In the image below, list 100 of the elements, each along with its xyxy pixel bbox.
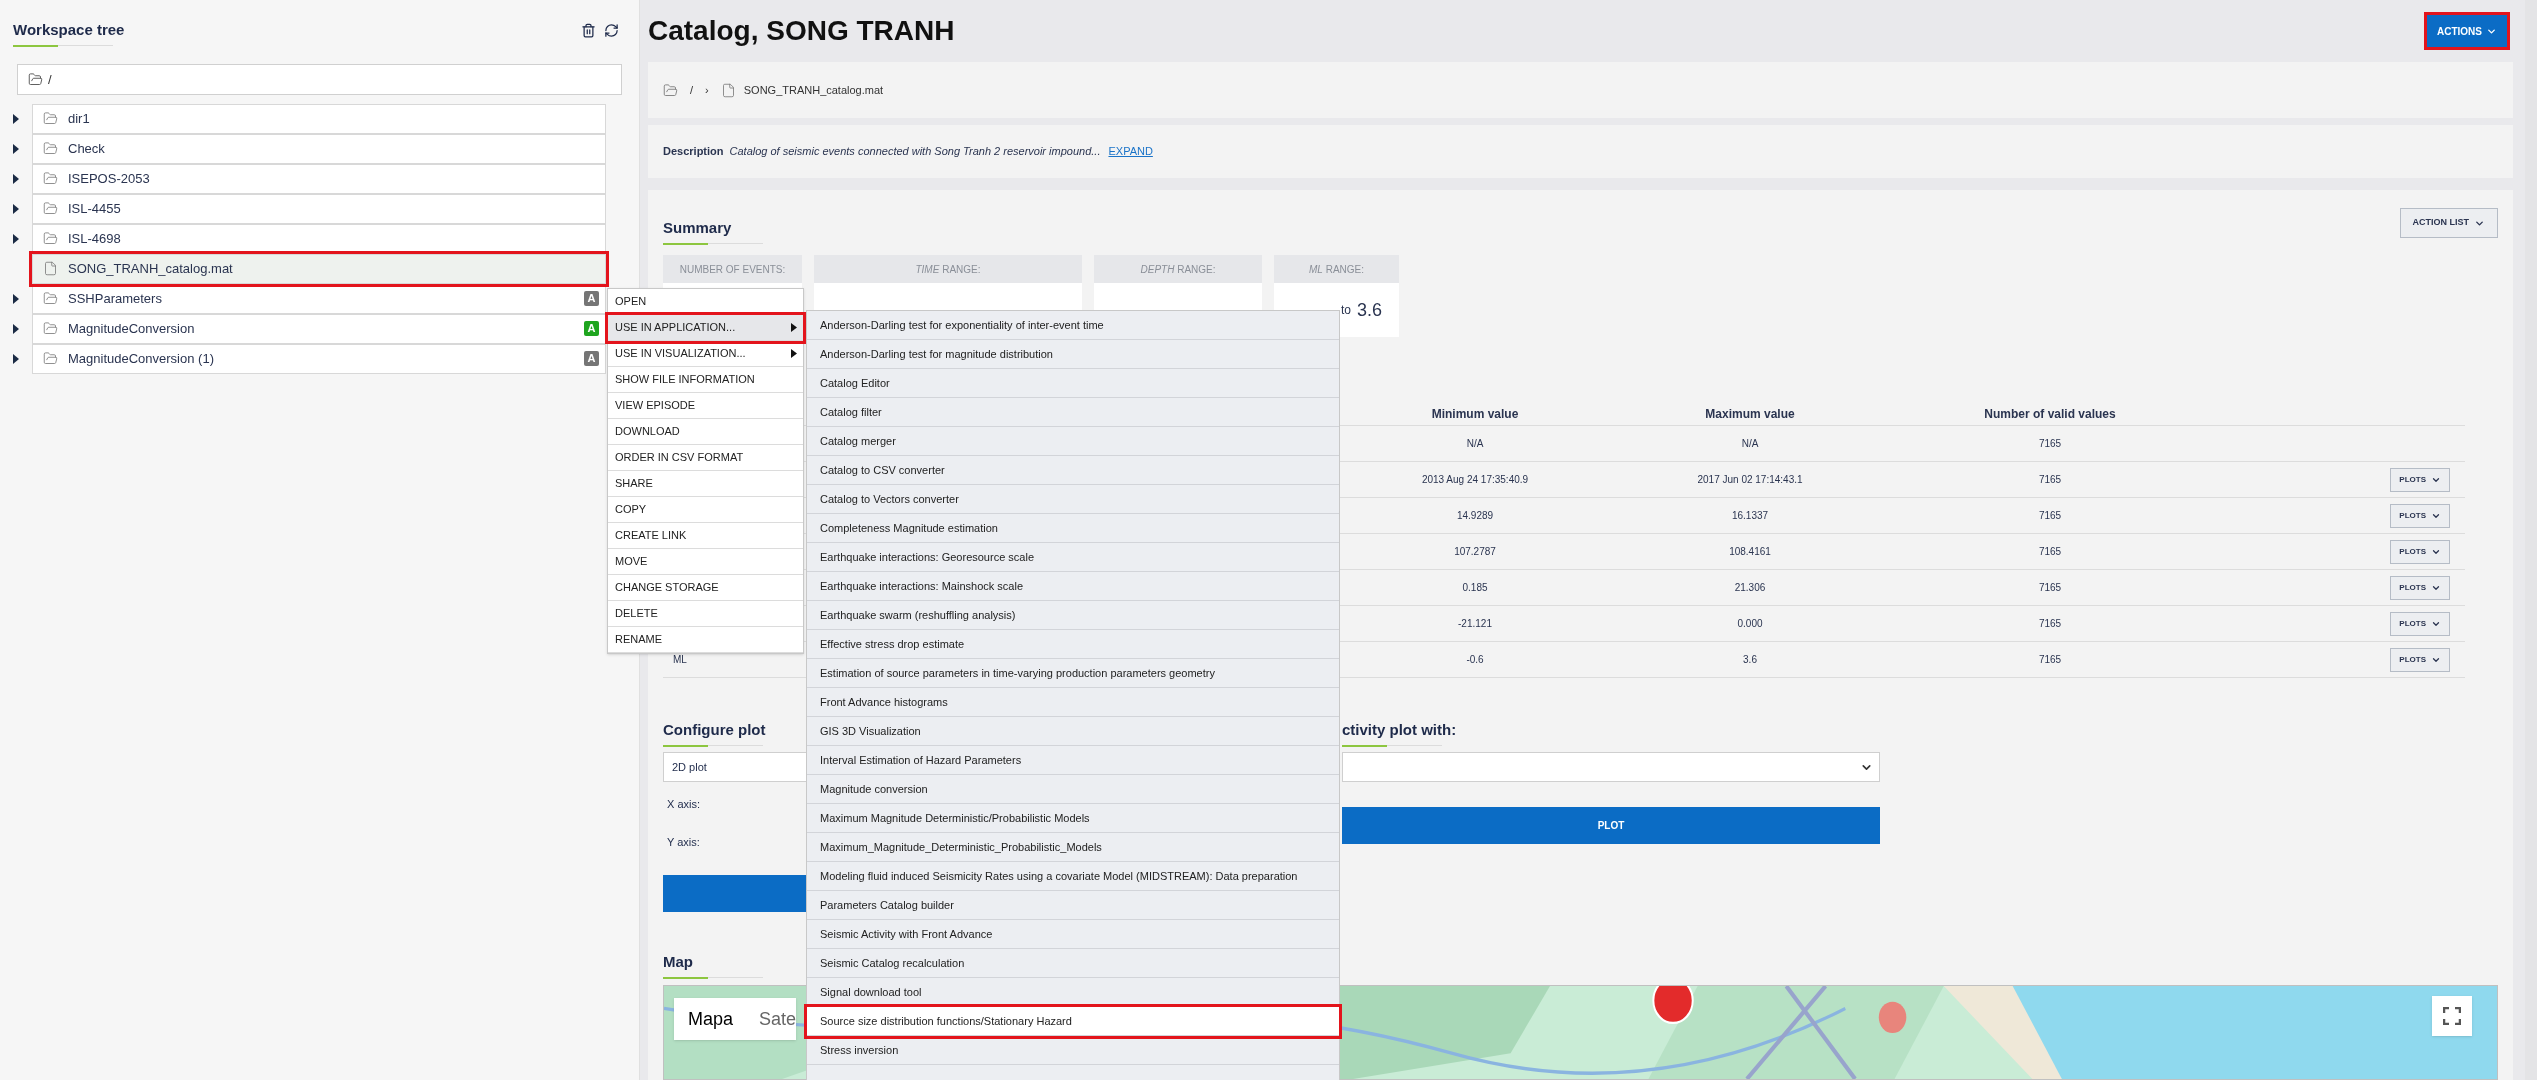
trash-icon[interactable] xyxy=(581,23,596,38)
fullscreen-icon xyxy=(2443,1007,2461,1025)
table-cell-text: 7165 xyxy=(2038,581,2062,595)
caret-icon[interactable] xyxy=(12,204,20,214)
tree-item[interactable]: ISEPOS-2053 xyxy=(32,163,606,194)
menu-item[interactable]: Catalog Editor xyxy=(807,369,1339,398)
folder-icon xyxy=(43,171,58,186)
tree-item[interactable]: ISL-4455 xyxy=(32,193,606,224)
caret-icon[interactable] xyxy=(12,324,20,334)
menu-item[interactable]: Catalog merger xyxy=(807,427,1339,456)
menu-item[interactable]: Completeness Magnitude estimation xyxy=(807,514,1339,543)
folder-icon xyxy=(43,201,58,216)
table-cell-text: -21.121 xyxy=(1458,617,1492,631)
stat-label: TIME RANGE: xyxy=(915,262,981,277)
activity-plot-title: ctivity plot with: xyxy=(1342,720,1457,740)
menu-item[interactable]: Catalog filter xyxy=(807,398,1339,427)
table-cell-text: 0.185 xyxy=(1462,581,1488,595)
stat-connector: to xyxy=(1340,302,1351,319)
map-type-tab[interactable]: Sate xyxy=(747,1005,797,1033)
menu-item[interactable]: Catalog to Vectors converter xyxy=(807,485,1339,514)
menu-item[interactable]: DOWNLOAD xyxy=(608,419,803,445)
menu-item[interactable]: Earthquake swarm (reshuffling analysis) xyxy=(807,601,1339,630)
menu-item[interactable]: COPY xyxy=(608,497,803,523)
page-title: Catalog, SONG TRANH xyxy=(648,15,955,47)
caret-icon[interactable] xyxy=(12,294,20,304)
menu-item[interactable]: Interval Estimation of Hazard Parameters xyxy=(807,746,1339,775)
table-cell-text: 7165 xyxy=(2038,509,2062,523)
table-cell-text: -0.6 xyxy=(1466,653,1484,667)
menu-item[interactable]: SHOW FILE INFORMATION xyxy=(608,367,803,393)
table-cell-text: N/A xyxy=(1466,437,1484,451)
menu-item[interactable]: RENAME xyxy=(608,627,803,653)
plots-button[interactable]: PLOTS xyxy=(2390,575,2450,600)
plots-button[interactable]: PLOTS xyxy=(2390,467,2450,492)
breadcrumb-file[interactable]: SONG_TRANH_catalog.mat xyxy=(743,81,884,99)
caret-icon[interactable] xyxy=(12,144,20,154)
breadcrumb-root[interactable]: / xyxy=(690,81,694,99)
menu-item[interactable]: MOVE xyxy=(608,549,803,575)
menu-item[interactable]: Estimation of source parameters in time-varying production parameters geometry xyxy=(807,659,1339,688)
caret-icon[interactable] xyxy=(12,354,20,364)
x-axis-label: X axis: xyxy=(666,797,700,812)
tree-badge: A xyxy=(584,351,599,366)
map-type-tab[interactable]: Mapa xyxy=(674,1005,748,1033)
actions-button[interactable]: ACTIONS xyxy=(2427,15,2507,47)
plots-button[interactable]: PLOTS xyxy=(2390,611,2450,636)
plots-button[interactable]: PLOTS xyxy=(2390,539,2450,564)
configure-plot-title: Configure plot xyxy=(663,720,766,740)
action-list-button[interactable]: ACTION LIST xyxy=(2399,208,2498,238)
menu-item[interactable]: VIEW EPISODE xyxy=(608,393,803,419)
menu-item[interactable]: SHARE xyxy=(608,471,803,497)
path-field[interactable]: / xyxy=(17,64,622,95)
menu-item[interactable]: Catalog to CSV converter xyxy=(807,456,1339,485)
stat-label: NUMBER OF EVENTS: xyxy=(679,262,786,277)
menu-item[interactable]: Earthquake interactions: Mainshock scale xyxy=(807,572,1339,601)
fullscreen-button[interactable] xyxy=(2432,996,2472,1036)
menu-item[interactable]: Effective stress drop estimate xyxy=(807,630,1339,659)
tree-item[interactable]: MagnitudeConversion (1) A xyxy=(32,343,606,374)
caret-icon[interactable] xyxy=(12,114,20,124)
menu-item[interactable]: DELETE xyxy=(608,601,803,627)
menu-item[interactable]: Magnitude conversion xyxy=(807,775,1339,804)
menu-item[interactable]: Maximum_Magnitude_Deterministic_Probabilistic_Models xyxy=(807,833,1339,862)
folder-icon xyxy=(43,351,58,366)
table-cell-text: 107.2787 xyxy=(1454,545,1496,559)
menu-item[interactable]: GIS 3D Visualization xyxy=(807,717,1339,746)
breadcrumb-separator: › xyxy=(705,82,709,98)
tree-item[interactable]: dir1 xyxy=(32,103,606,134)
menu-item[interactable]: Maximum Magnitude Deterministic/Probabilistic Models xyxy=(807,804,1339,833)
menu-item[interactable]: Seismic Activity with Front Advance xyxy=(807,920,1339,949)
menu-item[interactable]: Earthquake interactions: Georesource scale xyxy=(807,543,1339,572)
menu-item[interactable]: Anderson-Darling test for exponentiality of inter-event time xyxy=(807,311,1339,340)
caret-icon[interactable] xyxy=(12,234,20,244)
menu-item[interactable]: Anderson-Darling test for magnitude distribution xyxy=(807,340,1339,369)
table-cell-text: 7165 xyxy=(2038,653,2062,667)
y-axis-label: Y axis: xyxy=(666,834,700,850)
menu-item[interactable]: Seismic Catalog recalculation xyxy=(807,949,1339,978)
tree-item[interactable]: MagnitudeConversion A xyxy=(32,313,606,344)
menu-item[interactable]: Stress inversion xyxy=(807,1036,1339,1065)
tree-item[interactable]: Check xyxy=(32,133,606,164)
menu-item[interactable]: Modeling fluid induced Seismicity Rates using a covariate Model (MIDSTREAM): Data preparation xyxy=(807,862,1339,891)
expand-link[interactable]: EXPAND xyxy=(1108,143,1153,160)
caret-icon[interactable] xyxy=(12,174,20,184)
menu-item[interactable]: USE IN VISUALIZATION... xyxy=(608,341,803,367)
plots-button[interactable]: PLOTS xyxy=(2390,647,2450,672)
path-text: / xyxy=(48,70,52,89)
plots-button[interactable]: PLOTS xyxy=(2390,503,2450,528)
stat-label: DEPTH RANGE: xyxy=(1140,262,1216,277)
plot-button[interactable]: PLOT xyxy=(1342,807,1880,844)
menu-item[interactable]: USE IN APPLICATION... xyxy=(608,315,803,341)
tree-item[interactable]: SONG_TRANH_catalog.mat xyxy=(32,253,606,284)
menu-item[interactable]: ORDER IN CSV FORMAT xyxy=(608,445,803,471)
menu-item[interactable]: CREATE LINK xyxy=(608,523,803,549)
menu-item[interactable]: Source size distribution functions/Stationary Hazard xyxy=(807,1007,1339,1036)
menu-item[interactable]: Front Advance histograms xyxy=(807,688,1339,717)
column-header: Minimum value xyxy=(1431,405,1519,423)
folder-icon xyxy=(43,231,58,246)
menu-item[interactable]: CHANGE STORAGE xyxy=(608,575,803,601)
refresh-icon[interactable] xyxy=(604,23,619,38)
sidebar-title: Workspace tree xyxy=(13,20,125,40)
menu-item[interactable]: Parameters Catalog builder xyxy=(807,891,1339,920)
submenu-arrow-icon xyxy=(791,323,797,332)
folder-icon[interactable] xyxy=(663,82,678,98)
